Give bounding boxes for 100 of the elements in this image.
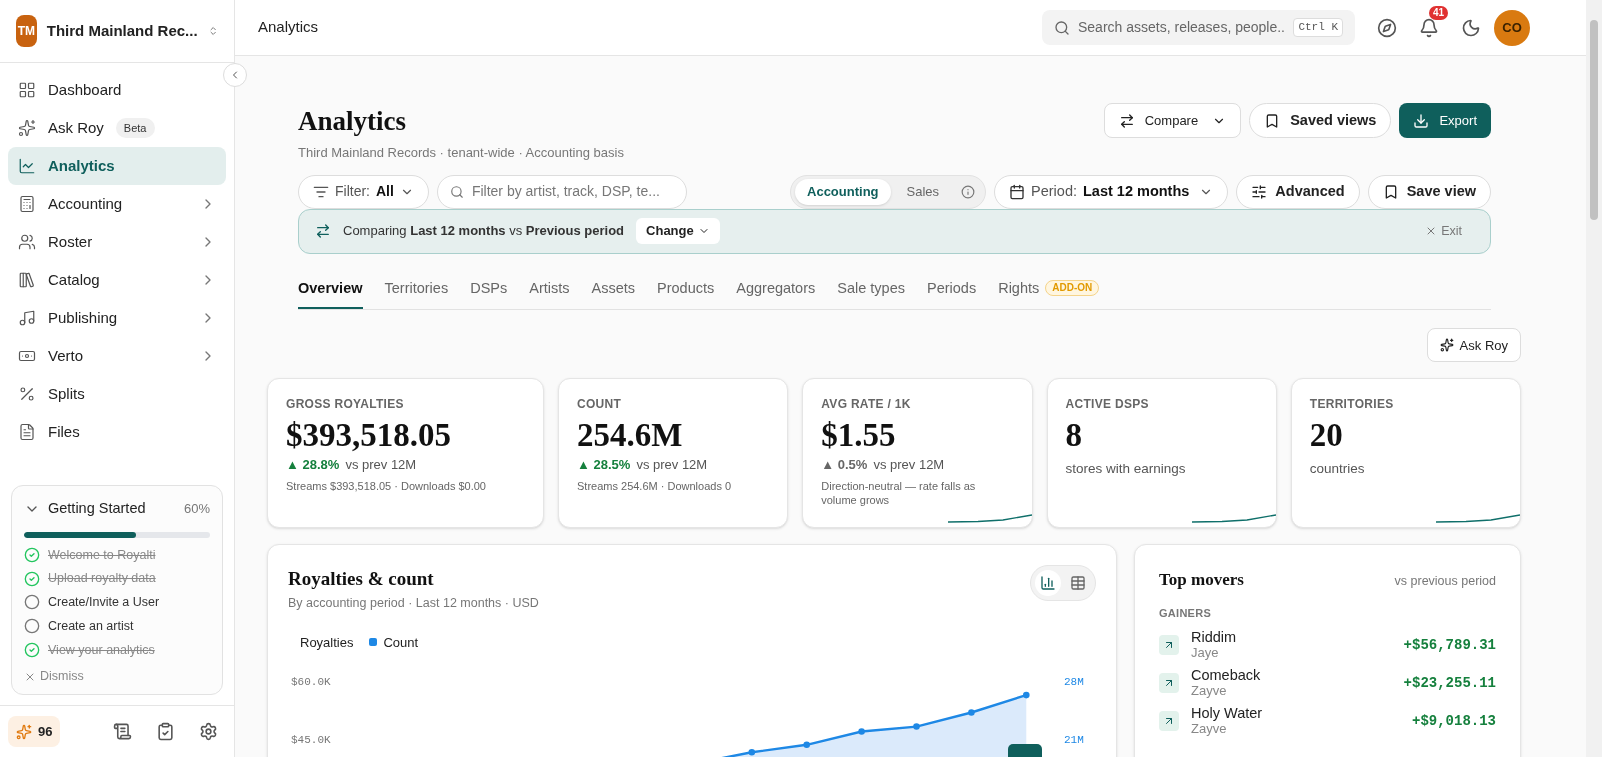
search-input[interactable]: Search assets, releases, people..: [1078, 17, 1286, 38]
task-label[interactable]: View your analytics: [48, 640, 155, 660]
user-avatar[interactable]: CO: [1494, 9, 1530, 46]
gain-amount: +$9,018.13: [1412, 711, 1496, 731]
tab[interactable]: Artists: [529, 277, 570, 310]
addon-badge: ADD-ON: [1045, 280, 1100, 297]
kpi-note: Streams 254.6M · Downloads 0: [577, 478, 733, 493]
header-title: Analytics: [258, 17, 319, 38]
nav-item[interactable]: Roster: [8, 223, 226, 261]
tab[interactable]: Products: [657, 277, 715, 310]
data-point[interactable]: [913, 723, 920, 730]
export-button[interactable]: Export: [1399, 103, 1491, 138]
theme-toggle-icon[interactable]: [1461, 17, 1481, 38]
swap-arrows-icon: [1118, 112, 1135, 129]
notification-count: 41: [1429, 5, 1449, 20]
tab[interactable]: Sale types: [837, 277, 905, 310]
file-icon: [18, 423, 36, 441]
track-title[interactable]: Holy Water: [1191, 705, 1400, 722]
filter-button[interactable]: Filter: All: [298, 174, 429, 209]
nav-item[interactable]: Catalog: [8, 261, 226, 299]
users-icon: [18, 233, 36, 251]
settings-icon[interactable]: [199, 722, 218, 741]
basis-tab[interactable]: Sales: [894, 178, 952, 205]
data-point[interactable]: [748, 748, 756, 756]
comparison-label: vs prev 12M: [873, 456, 945, 475]
change-button[interactable]: Change: [636, 218, 720, 244]
section-label: GAINERS: [1159, 605, 1213, 621]
sparkles-icon: [1439, 338, 1454, 353]
scrollbar[interactable]: [1586, 0, 1602, 757]
nav-item[interactable]: Publishing: [8, 299, 226, 337]
info-icon[interactable]: [961, 184, 976, 199]
nav-item[interactable]: Splits: [8, 375, 226, 413]
search-icon: [449, 184, 464, 199]
tab[interactable]: Periods: [927, 277, 977, 310]
artist-name: Zayve: [1191, 721, 1228, 738]
change-percent: ▲ 28.8%: [286, 456, 340, 475]
tab[interactable]: Aggregators: [736, 277, 816, 310]
kpi-label: GROSS ROYALTIES: [286, 396, 405, 414]
scroll-icon[interactable]: [113, 722, 132, 741]
org-name[interactable]: Third Mainland Rec...: [46, 19, 198, 43]
compass-icon[interactable]: [1377, 17, 1397, 38]
nav-item[interactable]: Accounting: [8, 185, 226, 223]
credits-count: 96: [38, 722, 53, 741]
data-point[interactable]: [803, 741, 810, 749]
dismiss-button[interactable]: Dismiss: [24, 667, 84, 686]
sparkles-icon: [18, 119, 36, 137]
filter-search-input[interactable]: Filter by artist, track, DSP, te...: [471, 181, 674, 202]
filter-search-bar[interactable]: Filter by artist, track, DSP, te...: [436, 174, 687, 209]
tab[interactable]: DSPs: [470, 277, 508, 310]
clipboard-icon[interactable]: [156, 722, 175, 741]
search-bar[interactable]: Search assets, releases, people.. Ctrl K: [1042, 10, 1355, 45]
nav-item[interactable]: Analytics: [8, 147, 226, 185]
arrow-up-right-icon: [1159, 711, 1179, 732]
tab[interactable]: Territories: [384, 277, 449, 310]
task-label[interactable]: Upload royalty data: [48, 569, 156, 588]
task-label[interactable]: Create an artist: [48, 616, 134, 636]
period-button[interactable]: Period: Last 12 months: [994, 174, 1229, 209]
tab[interactable]: Rights ADD-ON: [998, 277, 1100, 310]
save-view-button[interactable]: Save view: [1367, 174, 1491, 209]
chart-view-button[interactable]: [1035, 570, 1061, 597]
axis-label: $45.0K: [291, 734, 331, 746]
calendar-icon: [1009, 183, 1026, 200]
gain-amount: +$23,255.11: [1403, 673, 1496, 693]
nav-item[interactable]: Dashboard: [8, 71, 226, 109]
nav-item[interactable]: Files: [8, 413, 226, 451]
axis-label: 21M: [1064, 734, 1084, 746]
legend-label[interactable]: Count: [383, 632, 419, 652]
kpi-value: $1.55: [821, 416, 897, 456]
comparison-label: vs prev 12M: [636, 456, 708, 475]
track-title[interactable]: Comeback: [1191, 667, 1392, 684]
task-label[interactable]: Create/Invite a User: [48, 593, 160, 612]
gain-amount: +$56,789.31: [1403, 635, 1496, 655]
tab[interactable]: Assets: [591, 277, 636, 310]
axis-label: $60.0K: [291, 676, 331, 688]
data-point[interactable]: [1023, 691, 1030, 699]
track-title[interactable]: Riddim: [1191, 629, 1392, 646]
saved-views-button[interactable]: Saved views: [1249, 103, 1392, 138]
nav-item[interactable]: Verto: [8, 337, 226, 375]
progress-percent: 60%: [183, 499, 210, 518]
data-point[interactable]: [968, 709, 975, 716]
nav-item[interactable]: Ask Roy Beta: [8, 109, 226, 147]
data-point[interactable]: [858, 728, 865, 735]
compare-button[interactable]: Compare: [1103, 103, 1242, 138]
chart-title: Royalties & count: [288, 567, 435, 592]
arrow-up-right-icon: [1159, 635, 1179, 656]
panel-title[interactable]: Getting Started: [48, 497, 176, 520]
legend-label[interactable]: Royalties: [300, 632, 354, 652]
notifications-icon[interactable]: [1419, 17, 1439, 38]
library-icon: [18, 271, 36, 289]
exit-button[interactable]: Exit: [1425, 221, 1462, 241]
card-subtitle: vs previous period: [1394, 573, 1496, 591]
basis-tab[interactable]: Accounting: [795, 178, 891, 205]
tab[interactable]: Overview: [298, 277, 363, 310]
credits-badge[interactable]: 96: [8, 715, 61, 748]
music-note-icon: [18, 309, 36, 327]
axis-label: 28M: [1064, 676, 1084, 688]
percent-icon: [18, 385, 36, 403]
task-label[interactable]: Welcome to Royalti: [48, 545, 156, 565]
advanced-button[interactable]: Advanced: [1236, 174, 1360, 209]
ask-roy-button[interactable]: Ask Roy: [1426, 328, 1521, 363]
